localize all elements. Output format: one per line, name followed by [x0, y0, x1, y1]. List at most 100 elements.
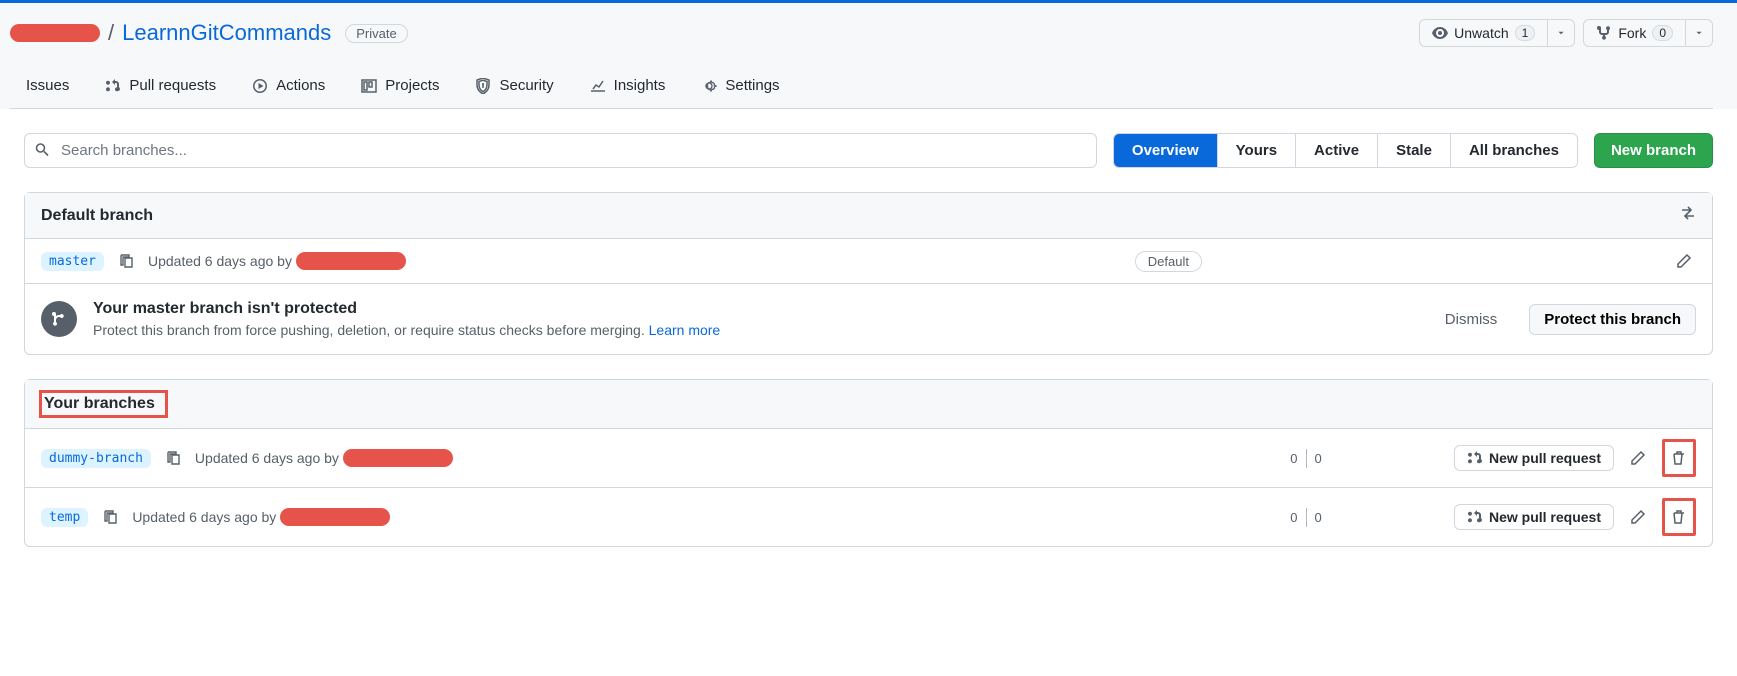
- nav-issues[interactable]: Issues: [20, 67, 75, 108]
- repo-title-row: / LearnnGitCommands Private Unwatch 1 Fo…: [10, 19, 1713, 47]
- nav-security-label: Security: [499, 77, 553, 94]
- protect-title: Your master branch isn't protected: [93, 300, 720, 318]
- repo-actions: Unwatch 1 Fork 0: [1419, 19, 1713, 47]
- main: Overview Yours Active Stale All branches…: [0, 109, 1737, 595]
- copy-icon: [118, 253, 134, 269]
- rename-branch-button[interactable]: [1626, 505, 1650, 529]
- ahead-behind-count: 0 0: [1282, 449, 1329, 468]
- protect-learn-more-link[interactable]: Learn more: [649, 322, 721, 338]
- dismiss-button[interactable]: Dismiss: [1445, 311, 1498, 328]
- protect-text: Your master branch isn't protected Prote…: [93, 300, 720, 338]
- branch-filter-tabs: Overview Yours Active Stale All branches: [1113, 133, 1578, 168]
- rename-branch-button[interactable]: [1672, 249, 1696, 273]
- play-icon: [252, 78, 268, 94]
- nav-insights[interactable]: Insights: [584, 67, 672, 108]
- nav-projects[interactable]: Projects: [355, 67, 445, 108]
- path-separator: /: [108, 20, 114, 46]
- search-input[interactable]: [24, 133, 1097, 168]
- unwatch-button[interactable]: Unwatch 1: [1419, 19, 1548, 47]
- project-icon: [361, 78, 377, 94]
- unwatch-label: Unwatch: [1454, 25, 1508, 41]
- unwatch-caret[interactable]: [1548, 19, 1575, 47]
- trash-icon: [1671, 509, 1687, 525]
- new-pull-request-button[interactable]: New pull request: [1454, 504, 1614, 530]
- nav-insights-label: Insights: [614, 77, 666, 94]
- branch-row: temp Updated 6 days ago by 0 0: [25, 488, 1712, 546]
- protect-body: Protect this branch from force pushing, …: [93, 322, 645, 338]
- branch-icon: [51, 311, 67, 327]
- branch-name[interactable]: dummy-branch: [41, 449, 151, 468]
- fork-caret[interactable]: [1686, 19, 1713, 47]
- copy-branch-button[interactable]: [114, 249, 138, 273]
- fork-button[interactable]: Fork 0: [1583, 19, 1686, 47]
- tab-yours[interactable]: Yours: [1218, 134, 1296, 167]
- branch-row: dummy-branch Updated 6 days ago by 0 0: [25, 429, 1712, 488]
- delete-branch-button[interactable]: [1667, 446, 1691, 470]
- switch-default-branch-button[interactable]: [1680, 205, 1696, 226]
- branch-updated: Updated 6 days ago by: [148, 252, 406, 270]
- repo-name-link[interactable]: LearnnGitCommands: [122, 20, 331, 46]
- copy-branch-button[interactable]: [98, 505, 122, 529]
- your-branches-header: Your branches: [25, 380, 1712, 429]
- search-wrap: [24, 133, 1097, 168]
- author-redacted[interactable]: [280, 508, 390, 526]
- nav-projects-label: Projects: [385, 77, 439, 94]
- pull-request-icon: [1467, 450, 1483, 466]
- ahead-behind-count: 0 0: [1282, 508, 1329, 527]
- fork-label: Fork: [1618, 25, 1646, 41]
- branch-name[interactable]: master: [41, 252, 104, 271]
- protect-branch-button[interactable]: Protect this branch: [1529, 304, 1696, 335]
- graph-icon: [590, 78, 606, 94]
- ahead-count: 0: [1307, 508, 1330, 527]
- search-icon: [34, 141, 50, 160]
- caret-down-icon: [1694, 28, 1704, 38]
- nav-pulls-label: Pull requests: [129, 77, 216, 94]
- copy-icon: [102, 509, 118, 525]
- updated-text: Updated 6 days ago by: [132, 509, 276, 525]
- new-pull-request-button[interactable]: New pull request: [1454, 445, 1614, 471]
- updated-text: Updated 6 days ago by: [195, 450, 339, 466]
- copy-branch-button[interactable]: [161, 446, 185, 470]
- pencil-icon: [1630, 509, 1646, 525]
- owner-link-redacted[interactable]: [10, 24, 100, 42]
- shield-icon: [475, 78, 491, 94]
- branch-updated: Updated 6 days ago by: [195, 449, 453, 467]
- author-redacted[interactable]: [296, 252, 406, 270]
- protect-notice: Your master branch isn't protected Prote…: [25, 284, 1712, 354]
- unwatch-count: 1: [1515, 25, 1536, 41]
- nav-settings-label: Settings: [725, 77, 779, 94]
- visibility-badge: Private: [345, 24, 407, 43]
- ahead-count: 0: [1307, 449, 1330, 468]
- new-branch-button[interactable]: New branch: [1594, 133, 1713, 168]
- default-badge: Default: [1135, 251, 1202, 272]
- pull-request-icon: [1467, 509, 1483, 525]
- tab-overview[interactable]: Overview: [1114, 134, 1218, 167]
- tab-active[interactable]: Active: [1296, 134, 1378, 167]
- new-pull-request-label: New pull request: [1489, 509, 1601, 525]
- fork-count: 0: [1652, 25, 1673, 41]
- default-branch-header: Default branch: [25, 193, 1712, 239]
- tab-all[interactable]: All branches: [1451, 134, 1577, 167]
- default-branch-row: master Updated 6 days ago by Default: [25, 239, 1712, 284]
- nav-pulls[interactable]: Pull requests: [99, 67, 222, 108]
- branch-icon-circle: [41, 301, 77, 337]
- new-pull-request-label: New pull request: [1489, 450, 1601, 466]
- updated-text: Updated 6 days ago by: [148, 253, 292, 269]
- author-redacted[interactable]: [343, 449, 453, 467]
- behind-count: 0: [1282, 449, 1306, 468]
- nav-security[interactable]: Security: [469, 67, 559, 108]
- branch-toolbar: Overview Yours Active Stale All branches…: [24, 133, 1713, 168]
- nav-actions[interactable]: Actions: [246, 67, 331, 108]
- default-branch-panel: Default branch master Updated 6 days ago…: [24, 192, 1713, 355]
- unwatch-group: Unwatch 1: [1419, 19, 1575, 47]
- rename-branch-button[interactable]: [1626, 446, 1650, 470]
- branch-name[interactable]: temp: [41, 508, 88, 527]
- delete-branch-button[interactable]: [1667, 505, 1691, 529]
- tab-stale[interactable]: Stale: [1378, 134, 1451, 167]
- repo-nav: Issues Pull requests Actions Projects Se…: [10, 67, 1713, 109]
- behind-count: 0: [1282, 508, 1306, 527]
- delete-highlight: [1662, 439, 1696, 477]
- nav-settings[interactable]: Settings: [695, 67, 785, 108]
- pencil-icon: [1630, 450, 1646, 466]
- fork-group: Fork 0: [1583, 19, 1713, 47]
